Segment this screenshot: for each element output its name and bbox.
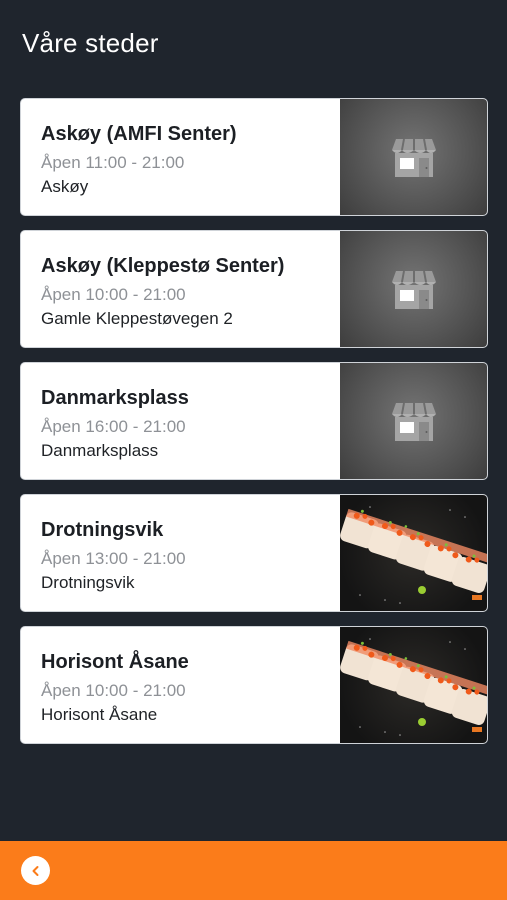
location-address: Gamle Kleppestøvegen 2 [41,309,233,328]
sushi-rolls-image [340,638,487,736]
location-info: Drotningsvik Åpen 13:00 - 21:00 Drotning… [41,517,327,594]
location-image [340,363,487,479]
location-address: Danmarksplass [41,441,159,460]
location-list: Askøy (AMFI Senter) Åpen 11:00 - 21:00 A… [20,98,488,758]
page-title: Våre steder [22,28,159,58]
location-hours: Åpen 13:00 - 21:00 [41,549,186,568]
location-address: Askøy [41,177,89,196]
location-name: Askøy (Kleppestø Senter) [41,255,285,277]
store-icon [391,402,436,441]
location-info: Horisont Åsane Åpen 10:00 - 21:00 Horiso… [41,649,327,726]
location-info: Danmarksplass Åpen 16:00 - 21:00 Danmark… [41,385,327,462]
location-name: Askøy (AMFI Senter) [41,123,237,145]
location-card-askoy-kleppesto[interactable]: Askøy (Kleppestø Senter) Åpen 10:00 - 21… [20,230,488,348]
location-address: Drotningsvik [41,573,135,592]
location-info: Askøy (Kleppestø Senter) Åpen 10:00 - 21… [41,253,327,330]
store-icon [391,270,436,309]
location-hours: Åpen 10:00 - 21:00 [41,285,186,304]
location-name: Horisont Åsane [41,651,189,673]
location-hours: Åpen 11:00 - 21:00 [41,153,185,172]
location-hours: Åpen 16:00 - 21:00 [41,417,186,436]
location-image [340,231,487,347]
location-card-horisont-asane[interactable]: Horisont Åsane Åpen 10:00 - 21:00 Horiso… [20,626,488,744]
location-name: Drotningsvik [41,519,164,541]
bottom-bar [0,841,507,900]
location-info: Askøy (AMFI Senter) Åpen 11:00 - 21:00 A… [41,121,327,198]
sushi-photo [340,495,487,611]
location-image [340,99,487,215]
store-icon [391,138,436,177]
location-hours: Åpen 10:00 - 21:00 [41,681,186,700]
location-card-drotningsvik[interactable]: Drotningsvik Åpen 13:00 - 21:00 Drotning… [20,494,488,612]
chevron-left-icon [32,865,38,876]
location-card-danmarksplass[interactable]: Danmarksplass Åpen 16:00 - 21:00 Danmark… [20,362,488,480]
sushi-rolls-image [340,506,487,604]
back-button[interactable] [21,856,50,885]
location-card-askoy-amfi[interactable]: Askøy (AMFI Senter) Åpen 11:00 - 21:00 A… [20,98,488,216]
sushi-photo [340,627,487,743]
location-address: Horisont Åsane [41,705,158,724]
location-name: Danmarksplass [41,387,189,409]
